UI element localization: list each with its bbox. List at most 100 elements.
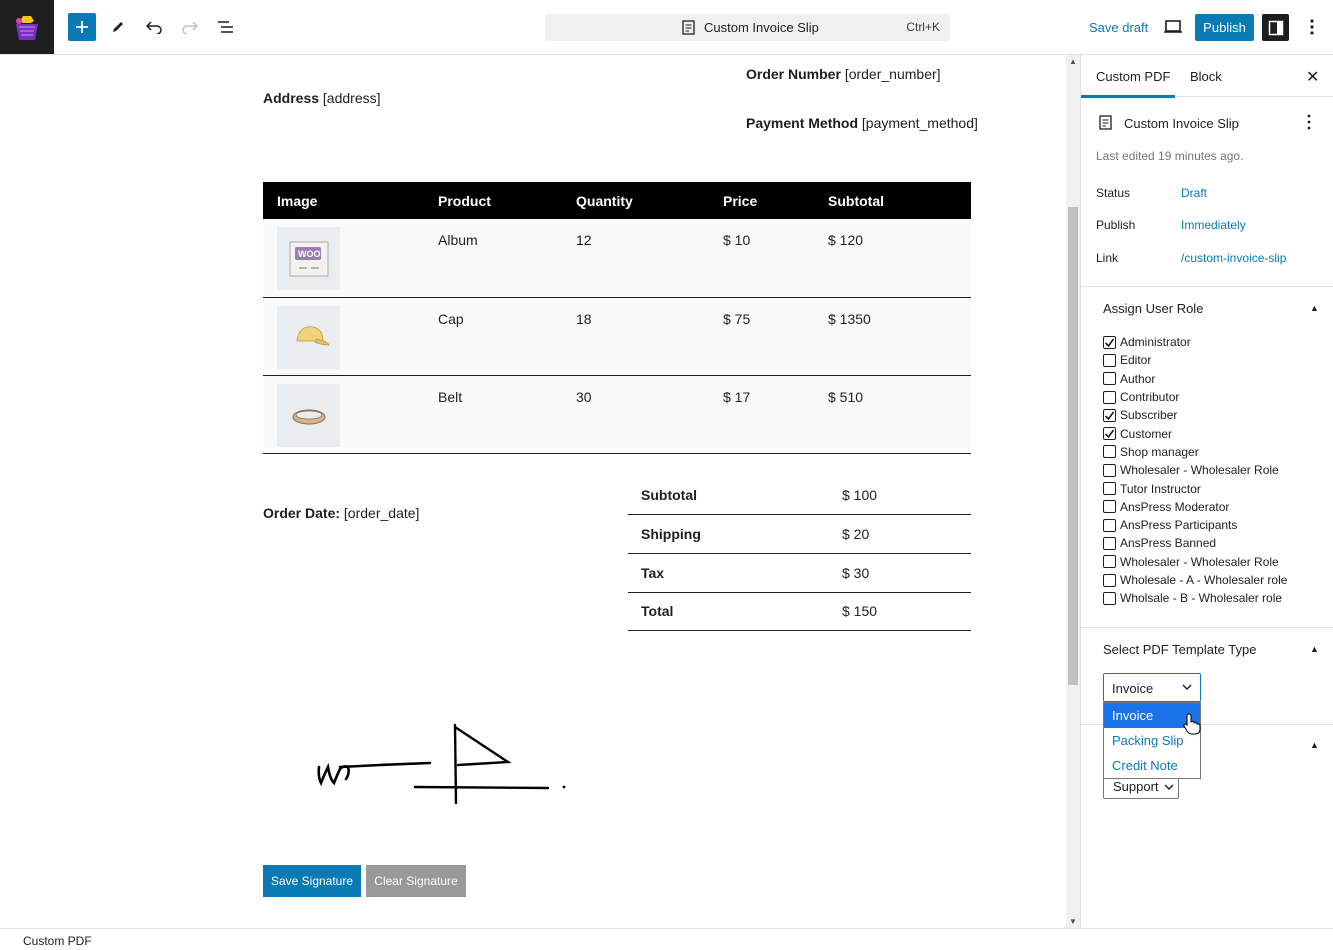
checkbox-unchecked[interactable] bbox=[1103, 390, 1116, 404]
role-checkbox-item[interactable]: Wholsale - B - Wholesaler role bbox=[1103, 589, 1287, 607]
tools-button[interactable] bbox=[104, 13, 132, 41]
template-type-select[interactable]: Invoice bbox=[1103, 673, 1201, 702]
editor-top-bar: Custom Invoice Slip Ctrl+K Save draft Pu… bbox=[0, 0, 1333, 55]
checkbox-unchecked[interactable] bbox=[1103, 591, 1116, 605]
checkbox-unchecked[interactable] bbox=[1103, 518, 1116, 532]
status-value-link[interactable]: Draft bbox=[1181, 186, 1207, 200]
payment-method-field[interactable]: Payment Method [payment_method] bbox=[746, 115, 978, 131]
svg-text:WOO: WOO bbox=[298, 249, 321, 259]
role-checkbox-item[interactable]: AnsPress Moderator bbox=[1103, 498, 1287, 516]
role-checkbox-item[interactable]: Administrator bbox=[1103, 333, 1287, 351]
product-cell: Album bbox=[438, 219, 576, 298]
checkbox-checked[interactable] bbox=[1103, 335, 1116, 349]
order-number-value: [order_number] bbox=[844, 66, 941, 82]
command-palette-bar[interactable]: Custom Invoice Slip Ctrl+K bbox=[545, 14, 950, 41]
role-checkbox-item[interactable]: Wholesaler - Wholesaler Role bbox=[1103, 461, 1287, 479]
role-checkbox-item[interactable]: Subscriber bbox=[1103, 406, 1287, 424]
document-overview-button[interactable] bbox=[212, 13, 240, 41]
post-actions-button[interactable] bbox=[1303, 113, 1315, 131]
checkbox-unchecked[interactable] bbox=[1103, 573, 1116, 587]
order-number-field[interactable]: Order Number [order_number] bbox=[746, 66, 941, 82]
chevron-up-icon[interactable]: ▲ bbox=[1310, 644, 1319, 654]
checkbox-unchecked[interactable] bbox=[1103, 372, 1116, 386]
order-date-field[interactable]: Order Date: [order_date] bbox=[263, 505, 419, 521]
column-header: Quantity bbox=[576, 182, 723, 219]
totals-label: Total bbox=[628, 592, 842, 632]
quantity-cell: 18 bbox=[576, 297, 723, 376]
checkmark-icon bbox=[1104, 338, 1115, 347]
role-checkbox-item[interactable]: Contributor bbox=[1103, 388, 1287, 406]
chevron-up-icon[interactable]: ▲ bbox=[1310, 740, 1319, 750]
clear-signature-button[interactable]: Clear Signature bbox=[366, 865, 466, 897]
totals-row: Shipping $ 20 bbox=[628, 514, 971, 554]
sidebar-tabs: Custom PDF Block ✕ bbox=[1080, 55, 1333, 98]
totals-label: Subtotal bbox=[628, 476, 842, 516]
checkbox-checked[interactable] bbox=[1103, 408, 1116, 422]
save-signature-button[interactable]: Save Signature bbox=[263, 865, 361, 897]
assign-role-panel-title[interactable]: Assign User Role bbox=[1103, 301, 1203, 316]
order-items-table[interactable]: Image Product Quantity Price Subtotal WO… bbox=[263, 182, 971, 454]
publish-value-link[interactable]: Immediately bbox=[1181, 218, 1246, 232]
redo-button[interactable] bbox=[176, 13, 204, 41]
role-checkbox-item[interactable]: Customer bbox=[1103, 424, 1287, 442]
order-number-label: Order Number bbox=[746, 66, 841, 82]
canvas-scrollbar[interactable]: ▲ ▼ bbox=[1066, 55, 1080, 928]
totals-row: Subtotal $ 100 bbox=[628, 476, 971, 516]
role-checkbox-list: Administrator Editor Author Contributor Subs… bbox=[1103, 333, 1287, 607]
options-menu-button[interactable] bbox=[1302, 15, 1322, 39]
document-icon bbox=[1099, 115, 1112, 130]
scroll-down-arrow-icon[interactable]: ▼ bbox=[1069, 917, 1077, 926]
tab-block[interactable]: Block bbox=[1190, 69, 1222, 84]
cap-icon bbox=[296, 326, 330, 346]
role-checkbox-item[interactable]: Editor bbox=[1103, 351, 1287, 369]
image-cell: WOO bbox=[263, 219, 438, 298]
more-vertical-icon bbox=[1310, 19, 1314, 35]
belt-icon bbox=[292, 409, 325, 425]
role-checkbox-item[interactable]: Author bbox=[1103, 370, 1287, 388]
chevron-down-icon bbox=[1182, 684, 1192, 690]
role-checkbox-item[interactable]: Wholesale - A - Wholesaler role bbox=[1103, 571, 1287, 589]
order-date-value: [order_date] bbox=[343, 505, 420, 521]
woo-album-icon: WOO bbox=[289, 241, 328, 276]
checkbox-checked[interactable] bbox=[1103, 427, 1116, 441]
template-type-panel-title[interactable]: Select PDF Template Type bbox=[1103, 642, 1256, 657]
add-block-button[interactable] bbox=[68, 13, 96, 41]
scroll-up-arrow-icon[interactable]: ▲ bbox=[1069, 57, 1077, 66]
role-checkbox-item[interactable]: Tutor Instructor bbox=[1103, 479, 1287, 497]
role-checkbox-item[interactable]: AnsPress Participants bbox=[1103, 516, 1287, 534]
save-draft-button[interactable]: Save draft bbox=[1089, 20, 1148, 35]
checkbox-unchecked[interactable] bbox=[1103, 555, 1116, 569]
order-totals-table[interactable]: Subtotal $ 100 Shipping $ 20 Tax $ 30 To… bbox=[628, 476, 971, 632]
checkbox-unchecked[interactable] bbox=[1103, 353, 1116, 367]
divider bbox=[1081, 627, 1333, 628]
checkbox-unchecked[interactable] bbox=[1103, 445, 1116, 459]
quantity-cell: 30 bbox=[576, 375, 723, 454]
checkbox-unchecked[interactable] bbox=[1103, 463, 1116, 477]
settings-sidebar: Custom PDF Block ✕ Custom Invoice Slip L… bbox=[1080, 55, 1333, 928]
close-icon[interactable]: ✕ bbox=[1306, 67, 1319, 87]
publish-button[interactable]: Publish bbox=[1195, 14, 1254, 41]
undo-button[interactable] bbox=[140, 13, 168, 41]
role-checkbox-item[interactable]: Wholesaler - Wholesaler Role bbox=[1103, 553, 1287, 571]
template-option-credit-note[interactable]: Credit Note bbox=[1104, 753, 1200, 778]
footer-breadcrumb[interactable]: Custom PDF bbox=[23, 934, 92, 948]
preview-button[interactable] bbox=[1164, 19, 1182, 38]
tab-custom-pdf[interactable]: Custom PDF bbox=[1080, 69, 1176, 98]
address-value: [address] bbox=[322, 90, 381, 106]
settings-toggle-button[interactable] bbox=[1262, 14, 1289, 41]
permalink-link[interactable]: /custom-invoice-slip bbox=[1181, 251, 1286, 265]
checkbox-unchecked[interactable] bbox=[1103, 536, 1116, 550]
role-label: Wholesale - A - Wholesaler role bbox=[1120, 573, 1288, 587]
handwritten-signature bbox=[317, 723, 566, 805]
chevron-up-icon[interactable]: ▲ bbox=[1310, 303, 1319, 313]
site-logo[interactable] bbox=[0, 0, 54, 54]
address-field[interactable]: Address [address] bbox=[263, 90, 381, 106]
role-label: Author bbox=[1120, 371, 1156, 386]
role-checkbox-item[interactable]: AnsPress Banned bbox=[1103, 534, 1287, 552]
role-checkbox-item[interactable]: Shop manager bbox=[1103, 443, 1287, 461]
checkbox-unchecked[interactable] bbox=[1103, 482, 1116, 496]
editor-canvas[interactable]: Order Number [order_number] Address [add… bbox=[0, 55, 1066, 928]
scrollbar-thumb[interactable] bbox=[1068, 207, 1078, 685]
signature-pad[interactable] bbox=[300, 715, 580, 818]
checkbox-unchecked[interactable] bbox=[1103, 500, 1116, 514]
